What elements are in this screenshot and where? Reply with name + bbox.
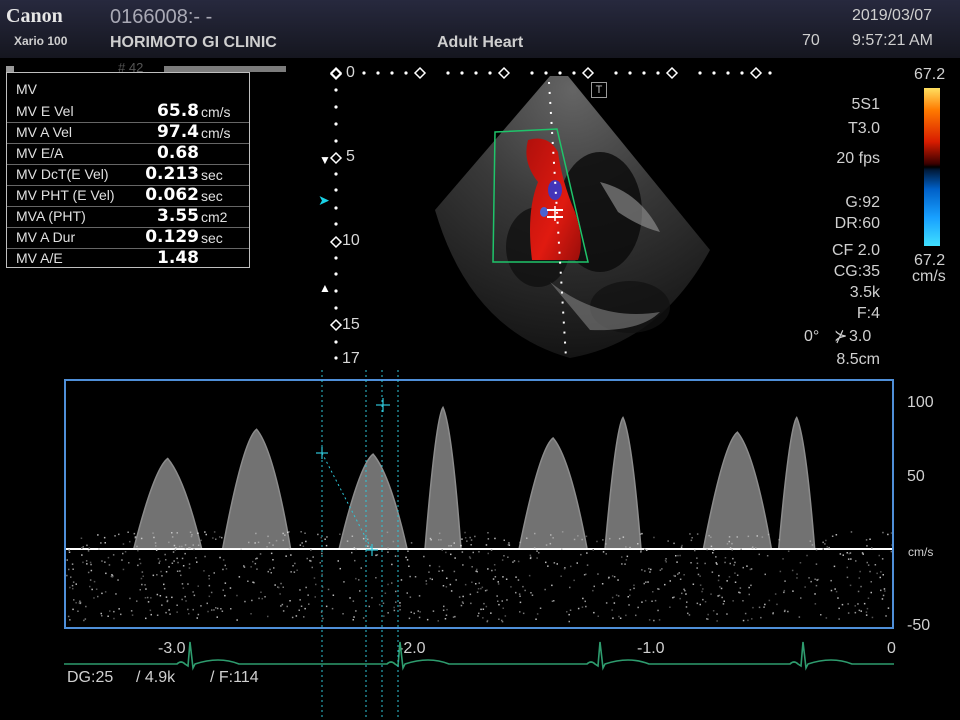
clinic-name: HORIMOTO GI CLINIC <box>110 34 277 51</box>
param-cf: CF 2.0 <box>831 242 880 259</box>
mv-value: 0.213 <box>145 164 199 184</box>
mv-row[interactable]: MV DcT(E Vel) 0.213 sec <box>7 164 249 186</box>
mv-value: 3.55 <box>157 206 199 226</box>
param-prf: 3.5k <box>849 284 880 301</box>
param-cg: CG:35 <box>833 263 880 280</box>
mv-unit: cm2 <box>201 209 228 225</box>
mv-row[interactable]: MV A Dur 0.129 sec <box>7 227 249 249</box>
mv-unit: cm/s <box>201 125 231 141</box>
depth-label-15: 15 <box>342 316 360 333</box>
mv-value: 0.68 <box>157 143 199 163</box>
mv-row[interactable]: MV E/A 0.68 <box>7 143 249 165</box>
mv-value: 0.129 <box>145 227 199 247</box>
mv-value: 1.48 <box>157 248 199 268</box>
lateral-scale <box>330 66 772 80</box>
color-velocity-bar <box>924 88 940 246</box>
depth-label-0: 0 <box>346 64 355 81</box>
exam-time: 9:57:21 AM <box>852 32 933 49</box>
mv-unit: sec <box>201 230 223 246</box>
header-bar: Canon Xario 100 0166008:- - HORIMOTO GI … <box>0 0 960 58</box>
mv-value: 65.8 <box>157 101 199 121</box>
bmode-image[interactable] <box>300 62 780 372</box>
depth-label-17: 17 <box>342 350 360 367</box>
param-probe: 5S1 <box>851 96 880 113</box>
param-filter: F:4 <box>856 305 880 322</box>
mv-label: MV DcT(E Vel) <box>16 166 109 182</box>
mv-unit: sec <box>201 167 223 183</box>
param-angle: 0° <box>804 328 820 345</box>
mv-unit: sec <box>201 188 223 204</box>
mv-value: 0.062 <box>145 185 199 205</box>
param-gain: G:92 <box>845 194 880 211</box>
mv-row[interactable]: MVA (PHT) 3.55 cm2 <box>7 206 249 228</box>
preset-name: Adult Heart <box>437 34 524 51</box>
mv-label: MV A Dur <box>16 229 76 245</box>
doppler-calipers[interactable] <box>0 370 960 720</box>
depth-label-10: 10 <box>342 232 360 249</box>
patient-id: 0166008:- - <box>110 6 213 28</box>
mv-label: MV A/E <box>16 250 63 266</box>
focus-marker-top-icon[interactable]: ▼ <box>319 153 331 167</box>
sector-orientation-marker: T <box>591 82 607 98</box>
param-tissue: T3.0 <box>847 120 880 137</box>
model-name: Xario 100 <box>14 34 68 48</box>
mv-row[interactable]: MV A/E 1.48 <box>7 248 249 269</box>
param-dr: DR:60 <box>834 215 880 232</box>
mv-label: MV PHT (E Vel) <box>16 187 115 203</box>
brand-logo: Canon <box>6 5 63 27</box>
depth-label-5: 5 <box>346 148 355 165</box>
mv-label: MV A Vel <box>16 124 73 140</box>
mv-unit: cm/s <box>201 104 231 120</box>
mv-label: MV E/A <box>16 145 64 161</box>
mv-label: MV E Vel <box>16 103 74 119</box>
mv-value: 97.4 <box>157 122 199 142</box>
mv-measurement-panel: MV MV E Vel 65.8 cm/s MV A Vel 97.4 cm/s MV … <box>6 72 250 268</box>
mv-row[interactable]: MV PHT (E Vel) 0.062 sec <box>7 185 249 207</box>
mv-row[interactable]: MV A Vel 97.4 cm/s <box>7 122 249 144</box>
param-angle-value: 3.0 <box>849 328 872 345</box>
param-depth: 8.5cm <box>836 351 880 368</box>
param-fps: 20 fps <box>836 150 880 167</box>
mv-row[interactable]: MV E Vel 65.8 cm/s <box>7 101 249 123</box>
angle-correct-icon: ⊁ <box>834 328 848 345</box>
color-flow-blue <box>540 207 548 217</box>
mv-label: MVA (PHT) <box>16 208 86 224</box>
color-scale-top: 67.2 <box>914 66 946 83</box>
mv-title: MV <box>16 81 37 97</box>
focus-zone-arrow-icon[interactable]: ➤ <box>318 192 330 209</box>
exam-date: 2019/03/07 <box>852 7 933 24</box>
frame-number: 70 <box>802 32 820 49</box>
focus-marker-bottom-icon[interactable]: ▲ <box>319 281 331 295</box>
color-scale-unit: cm/s <box>912 268 946 285</box>
